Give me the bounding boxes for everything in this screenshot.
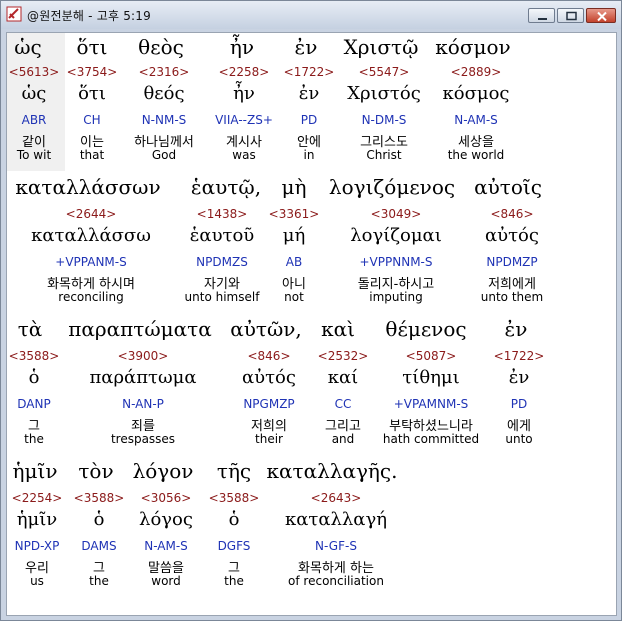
parsing-code: N-GF-S [315, 539, 357, 553]
greek-word[interactable]: Χριστῷ [344, 35, 419, 59]
greek-word[interactable]: ὅτι [77, 35, 108, 59]
lemma: καταλλαγή [284, 509, 388, 530]
parsing-code: +VPPANM-S [55, 255, 127, 269]
greek-word[interactable]: θεὸς [138, 35, 184, 59]
greek-word[interactable]: τῆς [217, 459, 251, 483]
strong-number[interactable]: <846> [452, 207, 572, 225]
greek-text-line: ὡς ὅτι θεὸς ἦν ἐν Χριστῷ κόσμον [7, 33, 616, 63]
greek-word[interactable]: θέμενος [385, 317, 466, 341]
english-gloss: the [24, 432, 44, 446]
strong-number[interactable]: <1722> [459, 349, 579, 367]
word-analysis[interactable]: <3049> λογίζομαι +VPPNNM-S 돌리지-하시고 imput… [336, 207, 456, 306]
parsing-code: +VPPNNM-S [359, 255, 433, 269]
app-window: @원전분해 - 고후 5:19 ὡς ὅτι θεὸς ἦν ἐν Χριστῷ… [0, 0, 622, 621]
greek-word[interactable]: καταλλαγῆς. [267, 459, 398, 483]
greek-word[interactable]: καὶ [321, 317, 355, 341]
greek-word[interactable]: ἐν [505, 317, 528, 341]
parsing-panel[interactable]: ὡς ὅτι θεὸς ἦν ἐν Χριστῷ κόσμον <5613> ὡ… [6, 32, 617, 616]
korean-gloss: 저희에게 [488, 277, 536, 292]
strong-number[interactable]: <2889> [416, 65, 536, 83]
strong-number[interactable]: <3588> [7, 349, 94, 367]
greek-word[interactable]: παραπτώματα [68, 317, 212, 341]
window-title: @원전분해 - 고후 5:19 [27, 9, 151, 23]
korean-gloss: 그 [28, 419, 40, 434]
korean-gloss: 화목하게 하시며 [47, 277, 135, 292]
english-gloss: the world [447, 148, 505, 162]
greek-word[interactable]: κόσμον [435, 35, 510, 59]
word-analysis[interactable]: <1722> ἐν PD 에게 unto [459, 349, 579, 448]
maximize-icon [566, 11, 577, 21]
korean-gloss: 세상을 [458, 135, 494, 150]
parsing-code: PD [510, 397, 528, 411]
lemma: ἐν [508, 367, 530, 388]
word-analysis[interactable]: <3900> παράπτωμα N-AN-P 죄를 trespasses [83, 349, 203, 448]
greek-text-line: καταλλάσσων ἑαυτῷ, μὴ λογιζόμενος αὐτοῖς [7, 175, 616, 205]
lemma: κόσμος [442, 83, 510, 104]
lemma: λογίζομαι [350, 225, 442, 246]
greek-word[interactable]: αὐτοῖς [474, 175, 542, 199]
greek-word[interactable]: τὸν [78, 459, 113, 483]
english-gloss: trespasses [110, 432, 176, 446]
lemma: ὁ [28, 367, 40, 388]
close-button[interactable] [586, 8, 616, 23]
greek-text-line: τὰ παραπτώματα αὐτῶν, καὶ θέμενος ἐν [7, 317, 616, 347]
greek-text-line: ἡμῖν τὸν λόγον τῆς καταλλαγῆς. [7, 459, 616, 489]
word-analysis[interactable]: <2889> κόσμος N-AM-S 세상을 the world [416, 65, 536, 164]
title-bar[interactable]: @원전분해 - 고후 5:19 [1, 1, 621, 29]
strong-number[interactable]: <3900> [83, 349, 203, 367]
greek-word[interactable]: τὰ [18, 317, 43, 341]
greek-word[interactable]: μὴ [282, 175, 307, 199]
strong-number[interactable]: <2644> [31, 207, 151, 225]
greek-word[interactable]: λόγον [133, 459, 194, 483]
parsing-code: N-AN-P [122, 397, 164, 411]
app-logo-icon [6, 6, 22, 22]
korean-gloss: 에게 [507, 419, 531, 434]
lemma: αὐτός [485, 225, 539, 246]
minimize-button[interactable] [528, 8, 555, 23]
greek-word[interactable]: ὡς [14, 35, 42, 59]
greek-word[interactable]: ἦν [230, 35, 254, 59]
english-gloss: imputing [369, 290, 423, 304]
greek-word[interactable]: ἑαυτῷ, [191, 175, 261, 199]
english-gloss: unto them [480, 290, 544, 304]
english-gloss: reconciling [58, 290, 124, 304]
strong-number[interactable]: <2643> [276, 491, 396, 509]
korean-gloss: 돌리지-하시고 [357, 277, 435, 292]
minimize-icon [538, 18, 547, 20]
english-gloss: unto [505, 432, 533, 446]
english-gloss: of reconciliation [288, 574, 384, 588]
lemma: καταλλάσσω [31, 225, 151, 246]
lemma: παράπτωμα [89, 367, 197, 388]
greek-word[interactable]: καταλλάσσων [15, 175, 160, 199]
strong-number[interactable]: <3049> [336, 207, 456, 225]
maximize-button[interactable] [557, 8, 584, 23]
greek-word[interactable]: αὐτῶν, [230, 317, 302, 341]
greek-word[interactable]: ἐν [295, 35, 318, 59]
word-analysis[interactable]: <3588> ὁ DANP 그 the [7, 349, 94, 448]
korean-gloss: 화목하게 하는 [298, 561, 374, 576]
close-icon [597, 11, 607, 22]
parsing-code: N-AM-S [454, 113, 498, 127]
word-analysis[interactable]: <846> αὐτός NPDMZP 저희에게 unto them [452, 207, 572, 306]
parsing-code: DANP [17, 397, 51, 411]
greek-word[interactable]: ἡμῖν [13, 459, 58, 483]
word-analysis[interactable]: <2643> καταλλαγή N-GF-S 화목하게 하는 of recon… [276, 491, 396, 590]
word-analysis[interactable]: <2644> καταλλάσσω +VPPANM-S 화목하게 하시며 rec… [31, 207, 151, 306]
parsing-code: NPDMZP [486, 255, 538, 269]
korean-gloss: 죄를 [131, 419, 155, 434]
greek-word[interactable]: λογιζόμενος [329, 175, 455, 199]
